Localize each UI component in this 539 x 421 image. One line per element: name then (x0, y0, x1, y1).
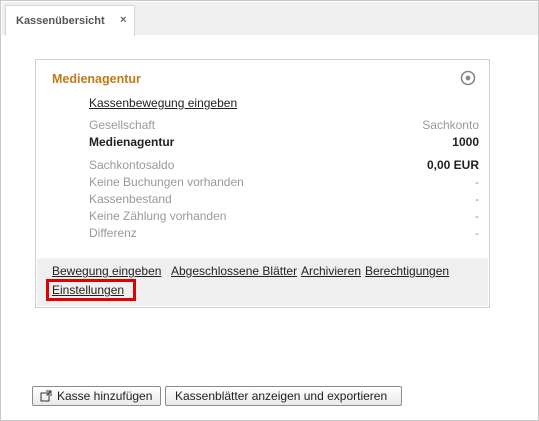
count-label: Keine Zählung vorhanden (89, 209, 227, 223)
company-label: Gesellschaft (89, 118, 156, 132)
settings-highlight-box (46, 279, 136, 301)
enter-movement-link[interactable]: Bewegung eingeben (52, 264, 161, 278)
archive-link[interactable]: Archivieren (301, 264, 361, 278)
show-export-sheets-button[interactable]: Kassenblätter anzeigen und exportieren (165, 386, 402, 406)
balance-label: Sachkontosaldo (89, 158, 175, 172)
bookings-row: Keine Buchungen vorhanden - (89, 175, 479, 191)
bookings-value: - (475, 175, 479, 189)
tab-kassenuebersicht[interactable]: Kassenübersicht × (5, 5, 135, 36)
difference-value: - (475, 226, 479, 240)
closed-sheets-link[interactable]: Abgeschlossene Blätter (171, 264, 297, 278)
cash-stock-label: Kassenbestand (89, 192, 172, 206)
count-row: Keine Zählung vorhanden - (89, 209, 479, 225)
card-footer: Bewegung eingeben Abgeschlossene Blätter… (37, 258, 488, 306)
company-value-row: Medienagentur 1000 (89, 135, 479, 151)
target-icon[interactable] (460, 70, 476, 86)
add-window-icon (40, 390, 52, 402)
tab-bar: Kassenübersicht × (2, 2, 538, 36)
permissions-link[interactable]: Berechtigungen (365, 264, 449, 278)
window-frame: Kassenübersicht × Medienagentur Kassenbe… (0, 0, 539, 421)
balance-value: 0,00 EUR (426, 158, 479, 172)
count-value: - (475, 209, 479, 223)
tab-label: Kassenübersicht (16, 15, 105, 27)
show-export-sheets-label: Kassenblätter anzeigen und exportieren (175, 389, 388, 403)
cash-register-card: Medienagentur Kassenbewegung eingeben Ge… (35, 59, 490, 308)
bookings-label: Keine Buchungen vorhanden (89, 175, 244, 189)
add-cash-register-label: Kasse hinzufügen (57, 389, 153, 403)
enter-cash-movement-link[interactable]: Kassenbewegung eingeben (89, 96, 237, 110)
cash-stock-value: - (475, 192, 479, 206)
difference-label: Differenz (89, 226, 137, 240)
close-icon[interactable]: × (120, 14, 126, 26)
balance-row: Sachkontosaldo 0,00 EUR (89, 158, 479, 174)
cash-stock-row: Kassenbestand - (89, 192, 479, 208)
ledger-account-number: 1000 (452, 135, 479, 149)
difference-row: Differenz - (89, 226, 479, 242)
company-row: Gesellschaft Sachkonto (89, 118, 479, 134)
ledger-account-label: Sachkonto (422, 118, 479, 132)
add-cash-register-button[interactable]: Kasse hinzufügen (32, 386, 161, 406)
card-title: Medienagentur (52, 72, 141, 86)
company-name: Medienagentur (89, 135, 175, 149)
